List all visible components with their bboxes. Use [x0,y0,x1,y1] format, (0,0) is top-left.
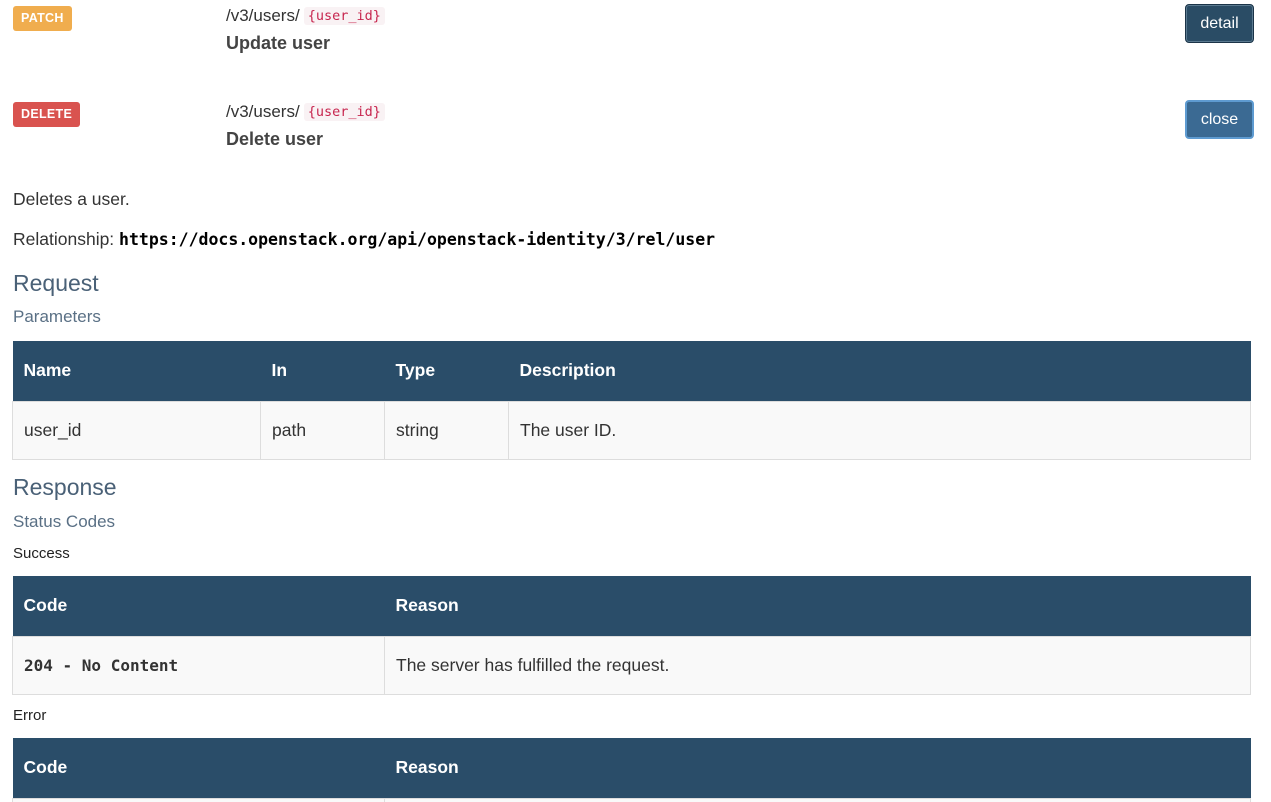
endpoint-path-param: {user_id} [303,103,385,121]
parameters-table: Name In Type Description user_id path st… [12,341,1251,460]
endpoint-path-param: {user_id} [303,7,385,25]
endpoint-path-prefix: /v3/users/ [226,6,300,25]
param-in-cell: path [260,400,385,460]
endpoint-path: /v3/users/{user_id} [226,6,385,26]
table-header-row: Code Reason [12,576,1251,636]
success-codes-table: Code Reason 204 - No Content The server … [12,576,1251,695]
error-codes-table: Code Reason [12,738,1251,802]
detail-button[interactable]: detail [1185,4,1254,43]
response-heading: Response [13,474,117,500]
method-badge-delete: DELETE [13,102,81,127]
table-header-row: Name In Type Description [12,341,1251,401]
request-heading: Request [13,270,99,296]
column-header-name: Name [12,341,261,401]
relationship-url: https://docs.openstack.org/api/openstack… [119,230,716,249]
column-header-reason: Reason [384,738,1251,798]
table-row: 204 - No Content The server has fulfille… [12,635,1251,695]
status-reason-cell: The server has fulfilled the request. [384,635,1251,695]
endpoint-delete-user: DELETE /v3/users/{user_id} Delete user c… [0,96,1271,156]
relationship-label: Relationship: [13,229,115,249]
column-header-in: In [260,341,385,401]
endpoint-patch-user: PATCH /v3/users/{user_id} Update user de… [0,0,1271,60]
column-header-type: Type [384,341,509,401]
table-row: user_id path string The user ID. [12,400,1251,460]
table-header-row: Code Reason [12,738,1251,798]
param-type-cell: string [384,400,509,460]
column-header-code: Code [12,738,385,798]
parameters-heading: Parameters [13,307,101,326]
close-button[interactable]: close [1185,100,1254,139]
table-row [12,797,1251,802]
relationship-line: Relationship: https://docs.openstack.org… [13,229,715,250]
endpoint-path: /v3/users/{user_id} [226,102,385,122]
endpoint-summary: Delete user [226,129,324,149]
column-header-description: Description [508,341,1251,401]
status-codes-heading: Status Codes [13,512,116,531]
column-header-reason: Reason [384,576,1251,636]
error-label: Error [13,707,47,724]
endpoint-path-prefix: /v3/users/ [226,102,300,121]
method-badge-patch: PATCH [13,6,72,31]
endpoint-description: Deletes a user. [13,189,130,209]
success-label: Success [13,545,70,562]
param-description-cell: The user ID. [508,400,1251,460]
column-header-code: Code [12,576,385,636]
status-reason-cell [384,797,1251,802]
endpoint-summary: Update user [226,33,331,53]
param-name-cell: user_id [12,400,261,460]
status-code-cell: 204 - No Content [12,635,385,695]
status-code-cell [12,797,385,802]
api-reference-page: PATCH /v3/users/{user_id} Update user de… [0,0,1271,802]
